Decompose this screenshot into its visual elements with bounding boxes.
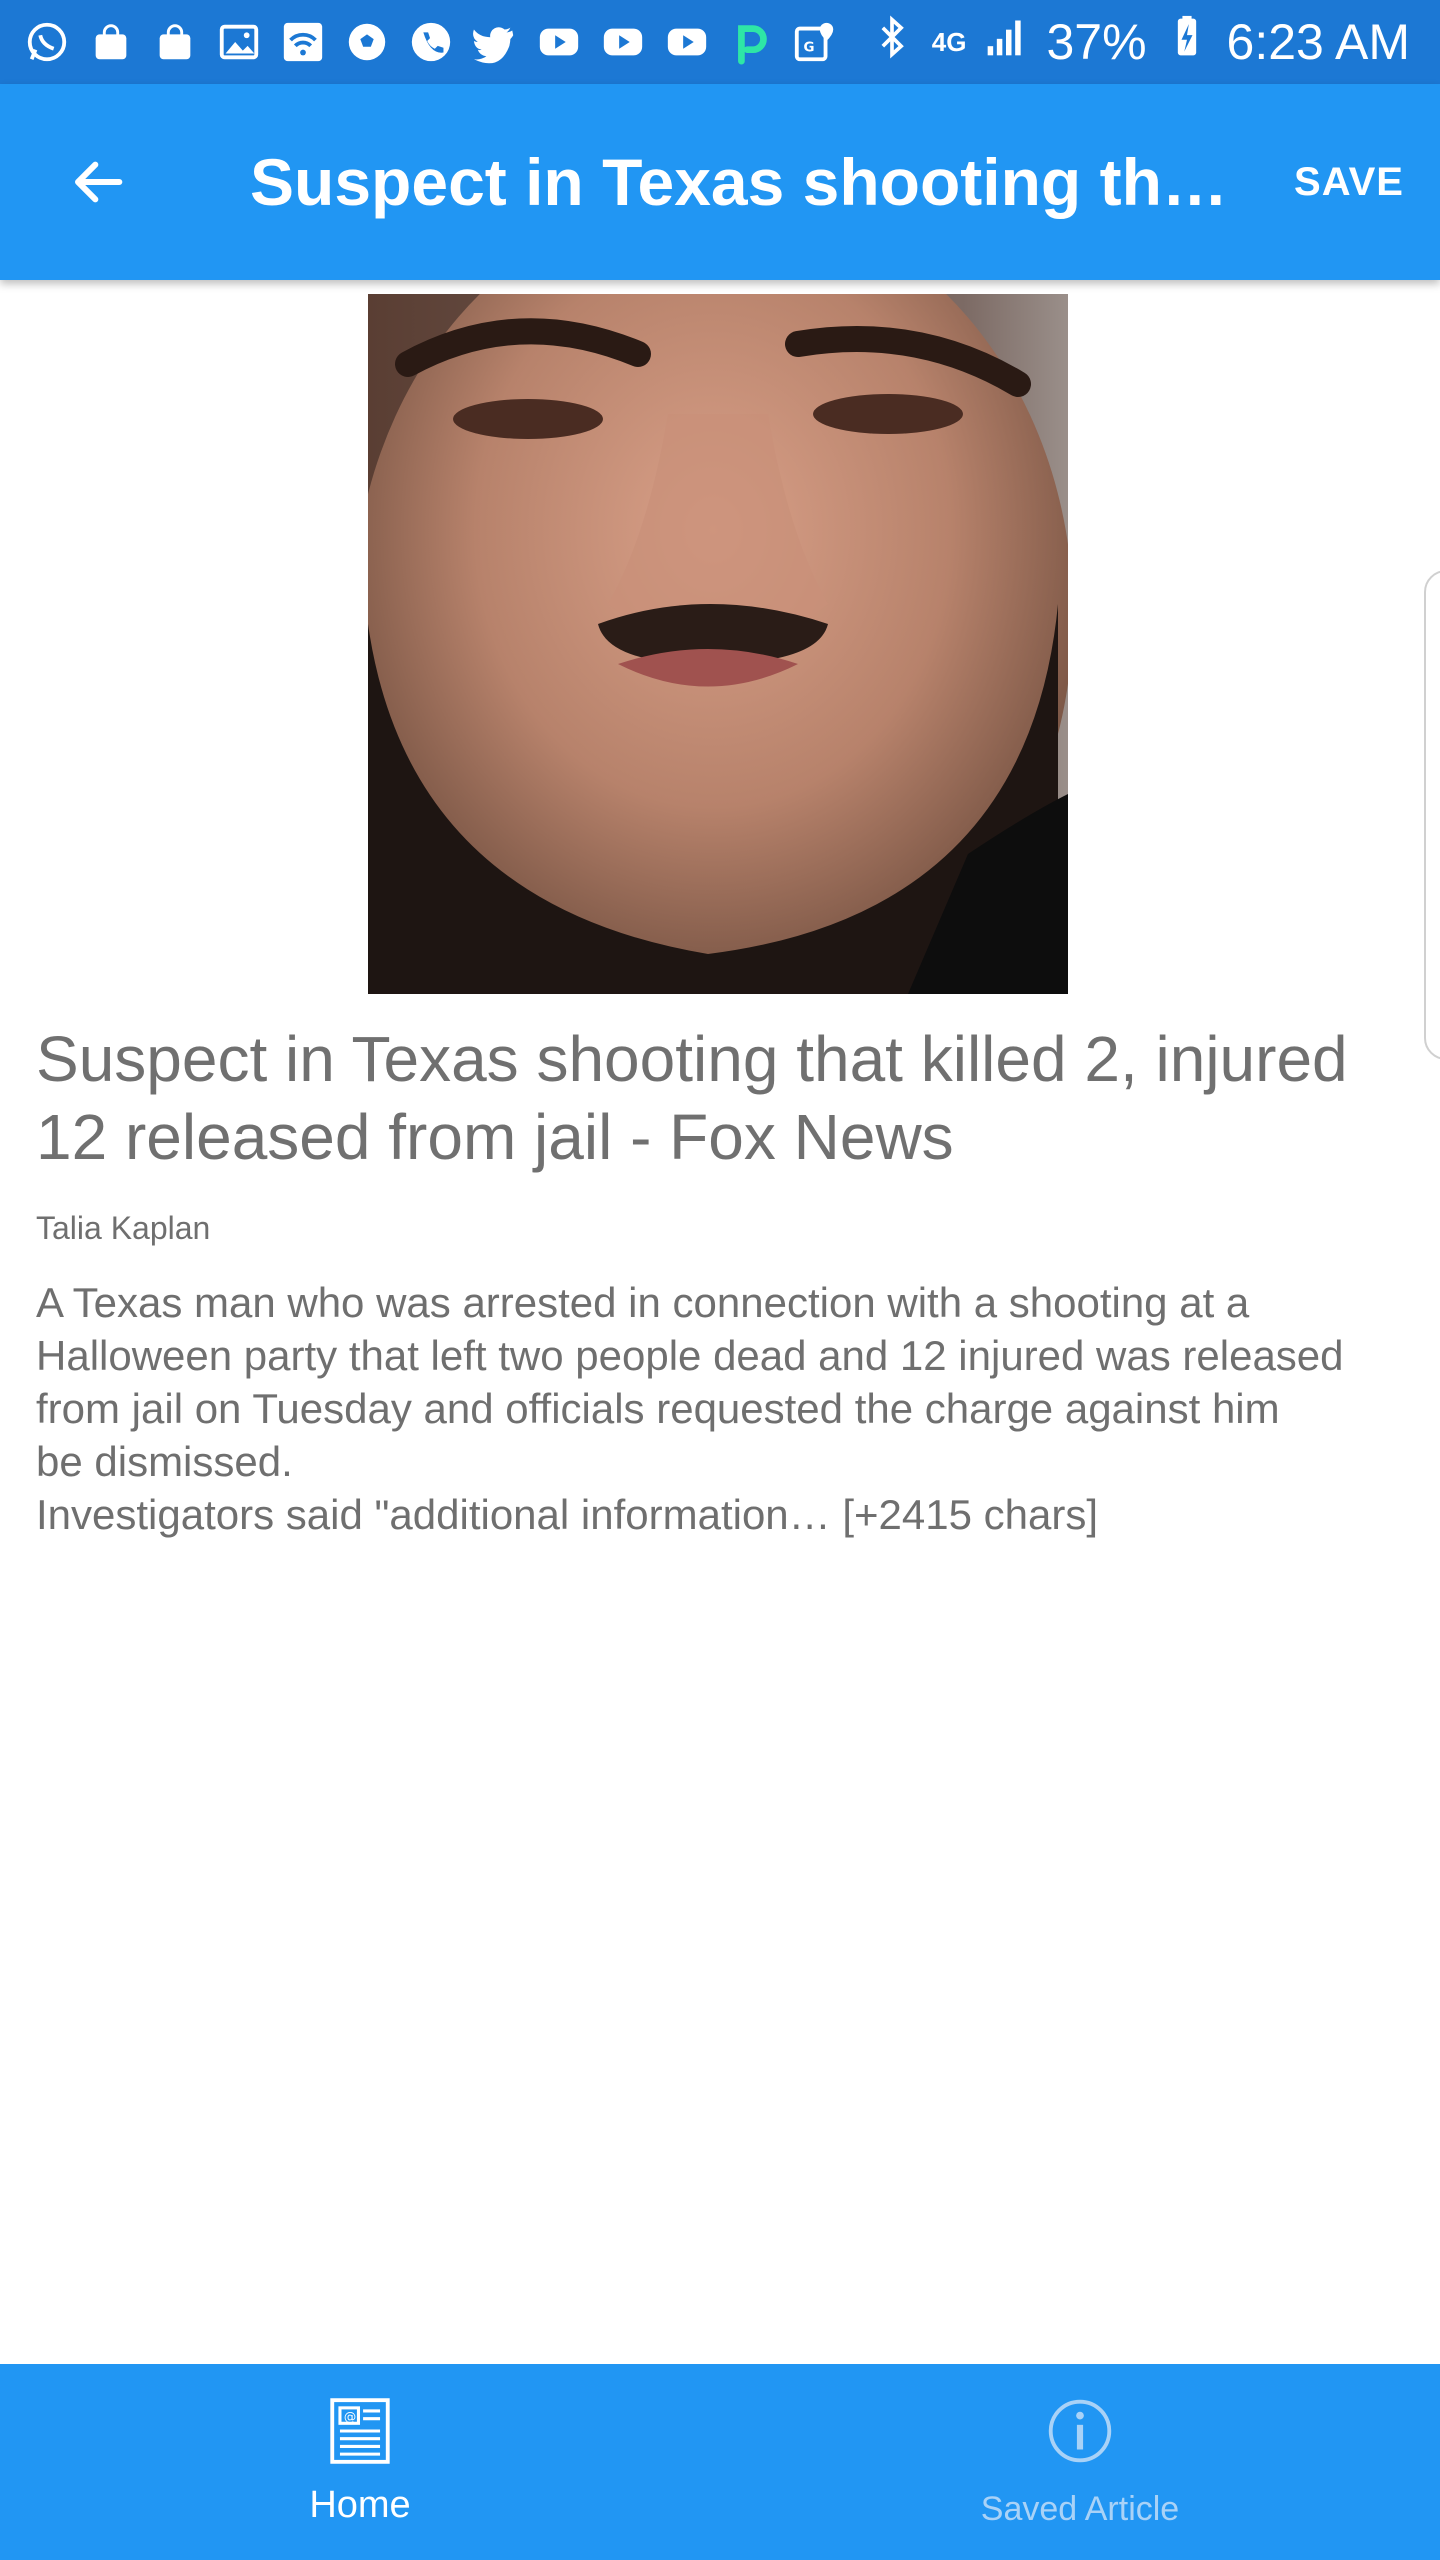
clock: 6:23 AM bbox=[1226, 14, 1410, 70]
wifi-icon bbox=[278, 17, 328, 67]
signal-icon bbox=[984, 13, 1028, 71]
system-status: 4G 37% 6:23 AM bbox=[870, 13, 1410, 71]
twitter-icon bbox=[470, 17, 520, 67]
description-line: from jail on Tuesday and officials reque… bbox=[36, 1385, 1280, 1432]
back-button[interactable] bbox=[48, 132, 148, 232]
p-app-icon bbox=[726, 17, 776, 67]
newspaper-icon: @ bbox=[330, 2398, 390, 2464]
network-type: 4G bbox=[931, 27, 967, 57]
description-line: Halloween party that left two people dea… bbox=[36, 1332, 1344, 1379]
article-description: A Texas man who was arrested in connecti… bbox=[36, 1276, 1426, 1541]
nav-saved-label: Saved Article bbox=[980, 2490, 1180, 2528]
save-button[interactable]: SAVE bbox=[1294, 160, 1404, 205]
battery-percent: 37% bbox=[1046, 14, 1147, 70]
info-icon bbox=[1048, 2399, 1112, 2463]
arrow-back-icon bbox=[75, 161, 123, 203]
shopping-bag-icon bbox=[86, 17, 136, 67]
article-author: Talia Kaplan bbox=[36, 1210, 211, 1246]
soccer-icon bbox=[342, 17, 392, 67]
battery-charging-icon bbox=[1165, 13, 1209, 71]
nav-home-label: Home bbox=[309, 2484, 411, 2526]
bluetooth-icon bbox=[870, 13, 914, 71]
notification-icons: G bbox=[22, 17, 840, 67]
youtube-icon bbox=[662, 17, 712, 67]
page-title: Suspect in Texas shooting tha… bbox=[250, 145, 1250, 219]
app-bar: Suspect in Texas shooting tha… SAVE bbox=[0, 84, 1440, 280]
shopping-bag-icon bbox=[150, 17, 200, 67]
gallery-icon bbox=[214, 17, 264, 67]
youtube-icon bbox=[598, 17, 648, 67]
svg-text:G: G bbox=[804, 41, 815, 56]
article-headline: Suspect in Texas shooting that killed 2,… bbox=[36, 1023, 1348, 1173]
scroll-handle[interactable] bbox=[1424, 570, 1440, 1060]
description-line: A Texas man who was arrested in connecti… bbox=[36, 1279, 1250, 1326]
description-line: Investigators said "additional informati… bbox=[36, 1491, 1098, 1538]
description-line: be dismissed. bbox=[36, 1438, 293, 1485]
nav-home[interactable]: @ Home bbox=[0, 2364, 720, 2560]
nav-saved-article[interactable]: Saved Article bbox=[720, 2364, 1440, 2560]
phone-icon bbox=[406, 17, 456, 67]
suspect-photo bbox=[368, 294, 1068, 994]
whatsapp-icon bbox=[22, 17, 72, 67]
article-image bbox=[368, 294, 1068, 994]
maps-icon: G bbox=[790, 17, 840, 67]
bottom-navigation: @ Home Saved Article bbox=[0, 2364, 1440, 2560]
svg-text:@: @ bbox=[344, 2410, 356, 2424]
youtube-icon bbox=[534, 17, 584, 67]
status-bar: G 4G 37% 6:23 AM bbox=[0, 0, 1440, 84]
